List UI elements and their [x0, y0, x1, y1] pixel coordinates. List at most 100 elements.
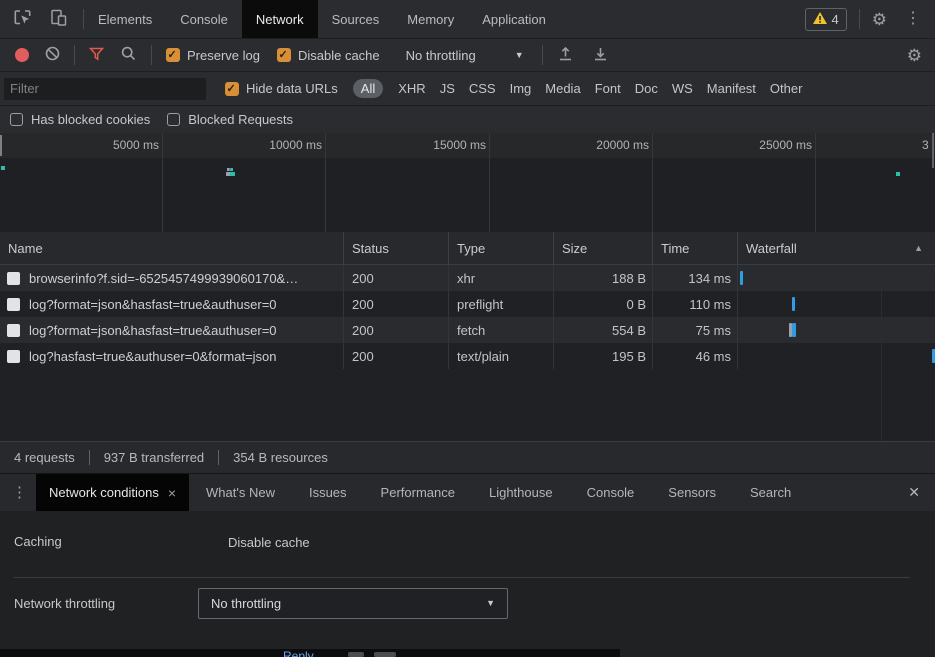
request-time: 110 ms: [652, 291, 737, 317]
import-har-icon[interactable]: [558, 46, 573, 64]
device-toolbar-icon[interactable]: [49, 8, 68, 30]
blocked-requests-checkbox[interactable]: [167, 113, 180, 126]
request-name: browserinfo?f.sid=-6525457499939060170&…: [29, 271, 298, 286]
drawer-tab-search[interactable]: Search: [733, 474, 808, 511]
drawer-tab-console[interactable]: Console: [570, 474, 652, 511]
request-row[interactable]: log?format=json&hasfast=true&authuser=0 …: [0, 317, 935, 343]
filter-bar: Hide data URLs All XHR JS CSS Img Media …: [0, 72, 935, 106]
filter-input[interactable]: [4, 78, 206, 100]
column-header-name[interactable]: Name: [0, 232, 343, 264]
close-drawer-icon[interactable]: ✕: [908, 484, 920, 501]
request-row[interactable]: browserinfo?f.sid=-6525457499939060170&……: [0, 265, 935, 291]
drawer-tab-issues[interactable]: Issues: [292, 474, 364, 511]
overview-right-handle[interactable]: [932, 133, 934, 168]
column-header-status[interactable]: Status: [343, 232, 448, 264]
overview-timeline[interactable]: 5000 ms 10000 ms 15000 ms 20000 ms 25000…: [0, 133, 935, 233]
request-status: 200: [343, 343, 448, 369]
overlay-icon: [348, 652, 364, 657]
filter-type-manifest[interactable]: Manifest: [707, 81, 756, 96]
overview-left-handle[interactable]: [0, 135, 2, 156]
drawer-tab-lighthouse[interactable]: Lighthouse: [472, 474, 570, 511]
tick-30000ms-clipped: 3: [922, 138, 932, 152]
resources-size: 354 B resources: [233, 450, 328, 465]
drawer-tab-bar: ⋮ Network conditions × What's New Issues…: [0, 473, 935, 511]
tab-application[interactable]: Application: [468, 0, 560, 38]
overview-gridline: [325, 133, 326, 232]
request-type: text/plain: [448, 343, 553, 369]
panel-tabs: Elements Console Network Sources Memory …: [84, 0, 560, 38]
drawer-tab-network-conditions[interactable]: Network conditions ×: [36, 474, 189, 511]
tab-elements[interactable]: Elements: [84, 0, 166, 38]
request-row[interactable]: log?hasfast=true&authuser=0&format=json …: [0, 343, 935, 369]
filter-type-js[interactable]: JS: [440, 81, 455, 96]
panel-disable-cache-label: Disable cache: [228, 535, 310, 550]
summary-divider: [89, 450, 90, 465]
search-icon[interactable]: [121, 46, 136, 64]
export-har-icon[interactable]: [593, 46, 608, 64]
devtools-window: Elements Console Network Sources Memory …: [0, 0, 935, 657]
tab-memory[interactable]: Memory: [393, 0, 468, 38]
filter-type-media[interactable]: Media: [545, 81, 580, 96]
bottom-overlay-clipped: Reply: [0, 649, 620, 657]
waterfall-cell: [737, 343, 935, 369]
network-settings-gear-icon[interactable]: ⚙: [907, 47, 922, 64]
inspect-element-icon[interactable]: [13, 8, 32, 30]
request-status: 200: [343, 291, 448, 317]
network-throttling-select[interactable]: No throttling ▼: [198, 588, 508, 619]
filter-type-css[interactable]: CSS: [469, 81, 496, 96]
drawer-tab-whats-new[interactable]: What's New: [189, 474, 292, 511]
filter-type-xhr[interactable]: XHR: [398, 81, 425, 96]
tick-25000ms: 25000 ms: [712, 138, 812, 152]
waterfall-cell: [737, 317, 935, 343]
filter-funnel-icon[interactable]: [89, 47, 104, 64]
toolbar-divider: [542, 45, 543, 65]
column-header-type[interactable]: Type: [448, 232, 553, 264]
filter-type-all[interactable]: All: [353, 79, 383, 98]
clear-network-log-icon[interactable]: [45, 46, 60, 64]
column-header-waterfall[interactable]: Waterfall ▲: [737, 232, 935, 264]
preserve-log-checkbox[interactable]: [166, 48, 180, 62]
tab-network[interactable]: Network: [242, 0, 318, 38]
throttling-dropdown[interactable]: No throttling ▼: [406, 48, 524, 63]
overview-request-dot: [1, 166, 5, 170]
column-header-time[interactable]: Time: [652, 232, 737, 264]
hide-data-urls-label: Hide data URLs: [246, 81, 338, 96]
requests-table-header: Name Status Type Size Time Waterfall ▲: [0, 232, 935, 265]
filter-type-ws[interactable]: WS: [672, 81, 693, 96]
request-row[interactable]: log?format=json&hasfast=true&authuser=0 …: [0, 291, 935, 317]
tab-console[interactable]: Console: [166, 0, 242, 38]
request-count: 4 requests: [14, 450, 75, 465]
more-options-icon[interactable]: ⋮: [905, 11, 921, 27]
hide-data-urls-checkbox[interactable]: [225, 82, 239, 96]
preserve-log-label: Preserve log: [187, 48, 260, 63]
has-blocked-cookies-checkbox[interactable]: [10, 113, 23, 126]
drawer-more-tools-icon[interactable]: ⋮: [12, 485, 27, 500]
filter-type-font[interactable]: Font: [595, 81, 621, 96]
tab-sources[interactable]: Sources: [318, 0, 394, 38]
issues-warning-badge[interactable]: 4: [805, 8, 847, 31]
request-type: fetch: [448, 317, 553, 343]
file-type-icon: [7, 324, 20, 337]
record-network-log-icon[interactable]: [15, 48, 29, 62]
waterfall-cell: [737, 265, 935, 291]
request-type: xhr: [448, 265, 553, 291]
drawer-tab-performance[interactable]: Performance: [364, 474, 472, 511]
overview-gridline: [652, 133, 653, 232]
toolbar-divider: [151, 45, 152, 65]
filter-type-other[interactable]: Other: [770, 81, 803, 96]
filter-type-doc[interactable]: Doc: [635, 81, 658, 96]
filter-type-img[interactable]: Img: [510, 81, 532, 96]
throttling-select-value: No throttling: [211, 596, 281, 611]
request-size: 0 B: [553, 291, 652, 317]
sort-ascending-icon: ▲: [914, 243, 923, 253]
request-time: 75 ms: [652, 317, 737, 343]
request-size: 188 B: [553, 265, 652, 291]
column-header-size[interactable]: Size: [553, 232, 652, 264]
caret-down-icon: ▼: [486, 599, 495, 608]
drawer-tab-sensors[interactable]: Sensors: [651, 474, 733, 511]
request-status: 200: [343, 317, 448, 343]
close-tab-icon[interactable]: ×: [168, 485, 176, 501]
requests-table-body: browserinfo?f.sid=-6525457499939060170&……: [0, 265, 935, 441]
settings-gear-icon[interactable]: ⚙: [872, 11, 887, 28]
disable-cache-checkbox[interactable]: [277, 48, 291, 62]
